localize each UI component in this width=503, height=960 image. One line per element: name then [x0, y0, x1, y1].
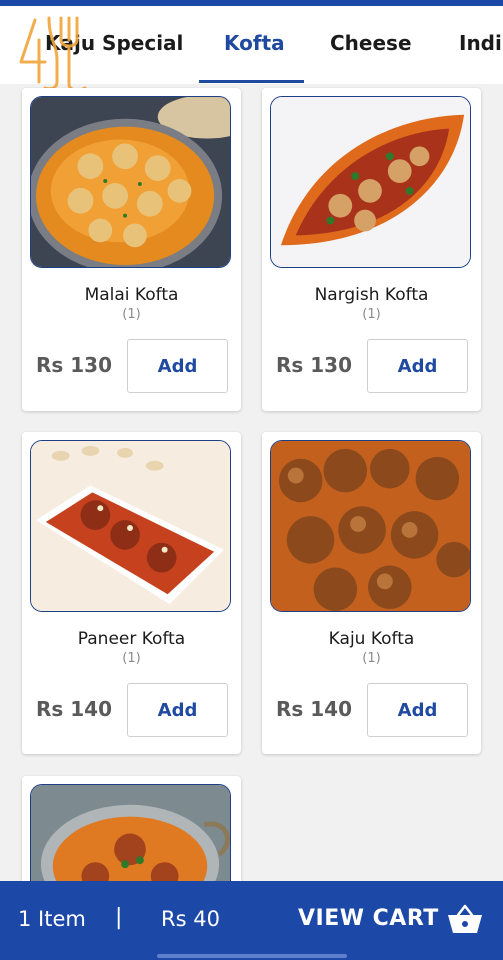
dish-photo-malai-kofta: [30, 96, 231, 268]
dish-name: Malai Kofta: [84, 285, 179, 305]
dish-price: Rs 140: [36, 697, 113, 721]
add-button[interactable]: Add: [367, 683, 468, 737]
active-tab-indicator: [199, 80, 304, 83]
cart-bar[interactable]: 1 Item | Rs 40 VIEW CART: [0, 881, 503, 960]
menu-item-card: Kaju Kofta (1) Rs 140 Add: [262, 432, 481, 754]
dish-photo-nargish-kofta: [270, 96, 471, 268]
menu-item-card: Malai Kofta (1) Rs 130 Add: [22, 88, 241, 411]
tab-cheese[interactable]: Cheese: [330, 26, 412, 84]
cart-separator: |: [115, 905, 123, 930]
menu-item-card: Nargish Kofta (1) Rs 130 Add: [262, 88, 481, 411]
dish-name: Kaju Kofta: [328, 629, 415, 649]
dish-photo: [30, 784, 231, 886]
dish-name: Paneer Kofta: [77, 629, 186, 649]
basket-icon[interactable]: [447, 903, 483, 935]
view-cart-button[interactable]: VIEW CART: [298, 906, 439, 931]
add-button[interactable]: Add: [367, 339, 468, 393]
rating-count: (1): [362, 307, 381, 322]
dish-price: Rs 140: [276, 697, 353, 721]
tab-kofta[interactable]: Kofta: [224, 26, 285, 84]
rating-count: (1): [362, 651, 381, 666]
dish-price: Rs 130: [36, 353, 113, 377]
home-indicator: [157, 954, 347, 958]
rating-count: (1): [122, 651, 141, 666]
dish-name: Nargish Kofta: [314, 285, 429, 305]
cart-item-count: 1 Item: [18, 907, 86, 931]
dish-photo-paneer-kofta: [30, 440, 231, 612]
dish-price: Rs 130: [276, 353, 353, 377]
menu-item-card: [22, 776, 241, 886]
menu-item-card: Paneer Kofta (1) Rs 140 Add: [22, 432, 241, 754]
restaurant-logo: [19, 16, 87, 92]
tab-indian[interactable]: Indi: [459, 26, 502, 84]
dish-photo-kaju-kofta: [270, 440, 471, 612]
add-button[interactable]: Add: [127, 683, 228, 737]
rating-count: (1): [122, 307, 141, 322]
cart-total: Rs 40: [161, 907, 220, 931]
add-button[interactable]: Add: [127, 339, 228, 393]
